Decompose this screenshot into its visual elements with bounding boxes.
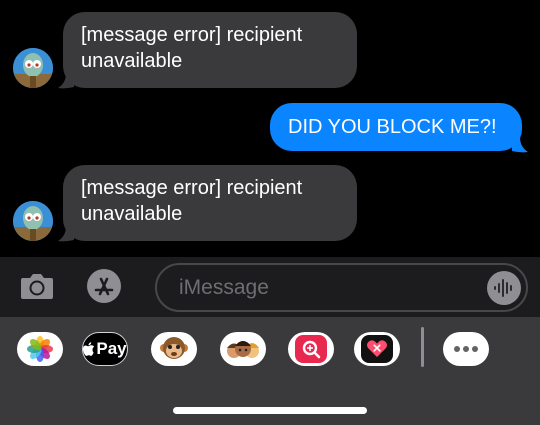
more-icon [454, 346, 478, 352]
outgoing-message-bubble[interactable]: DID YOU BLOCK ME?! [270, 103, 522, 151]
message-input-placeholder: iMessage [179, 276, 269, 299]
digital-touch-icon [361, 335, 393, 363]
memoji-app-button[interactable] [220, 332, 266, 366]
message-text: [message error] recipient unavailable [81, 24, 303, 72]
animoji-app-button[interactable] [151, 332, 197, 366]
image-search-icon [295, 335, 327, 363]
camera-icon [21, 274, 53, 299]
more-apps-button[interactable] [443, 332, 489, 366]
app-store-button[interactable] [87, 269, 121, 303]
photos-icon [27, 336, 53, 362]
waveform-icon [494, 279, 512, 297]
apple-logo-icon [83, 341, 95, 356]
contact-avatar[interactable] [13, 201, 53, 241]
audio-message-button[interactable] [487, 271, 521, 305]
drawer-divider [421, 327, 424, 367]
home-indicator[interactable] [173, 407, 367, 414]
message-thread: [message error] recipient unavailable DI… [0, 0, 540, 257]
contact-avatar[interactable] [13, 48, 53, 88]
digital-touch-app-button[interactable] [354, 332, 400, 366]
incoming-message-bubble[interactable]: [message error] recipient unavailable [63, 165, 357, 241]
camera-button[interactable] [18, 270, 56, 302]
apple-pay-label: Pay [96, 339, 127, 358]
bubble-tail [512, 137, 528, 153]
image-search-app-button[interactable] [288, 332, 334, 366]
message-text: DID YOU BLOCK ME?! [288, 116, 497, 138]
app-drawer: Pay [0, 317, 540, 425]
photos-app-button[interactable] [17, 332, 63, 366]
monkey-icon [160, 337, 188, 359]
message-text: [message error] recipient unavailable [81, 177, 303, 225]
message-input[interactable]: iMessage [155, 263, 528, 312]
apple-pay-app-button[interactable]: Pay [82, 332, 128, 366]
memoji-icon [227, 341, 259, 358]
incoming-message-bubble[interactable]: [message error] recipient unavailable [63, 12, 357, 88]
app-store-icon [94, 277, 114, 296]
